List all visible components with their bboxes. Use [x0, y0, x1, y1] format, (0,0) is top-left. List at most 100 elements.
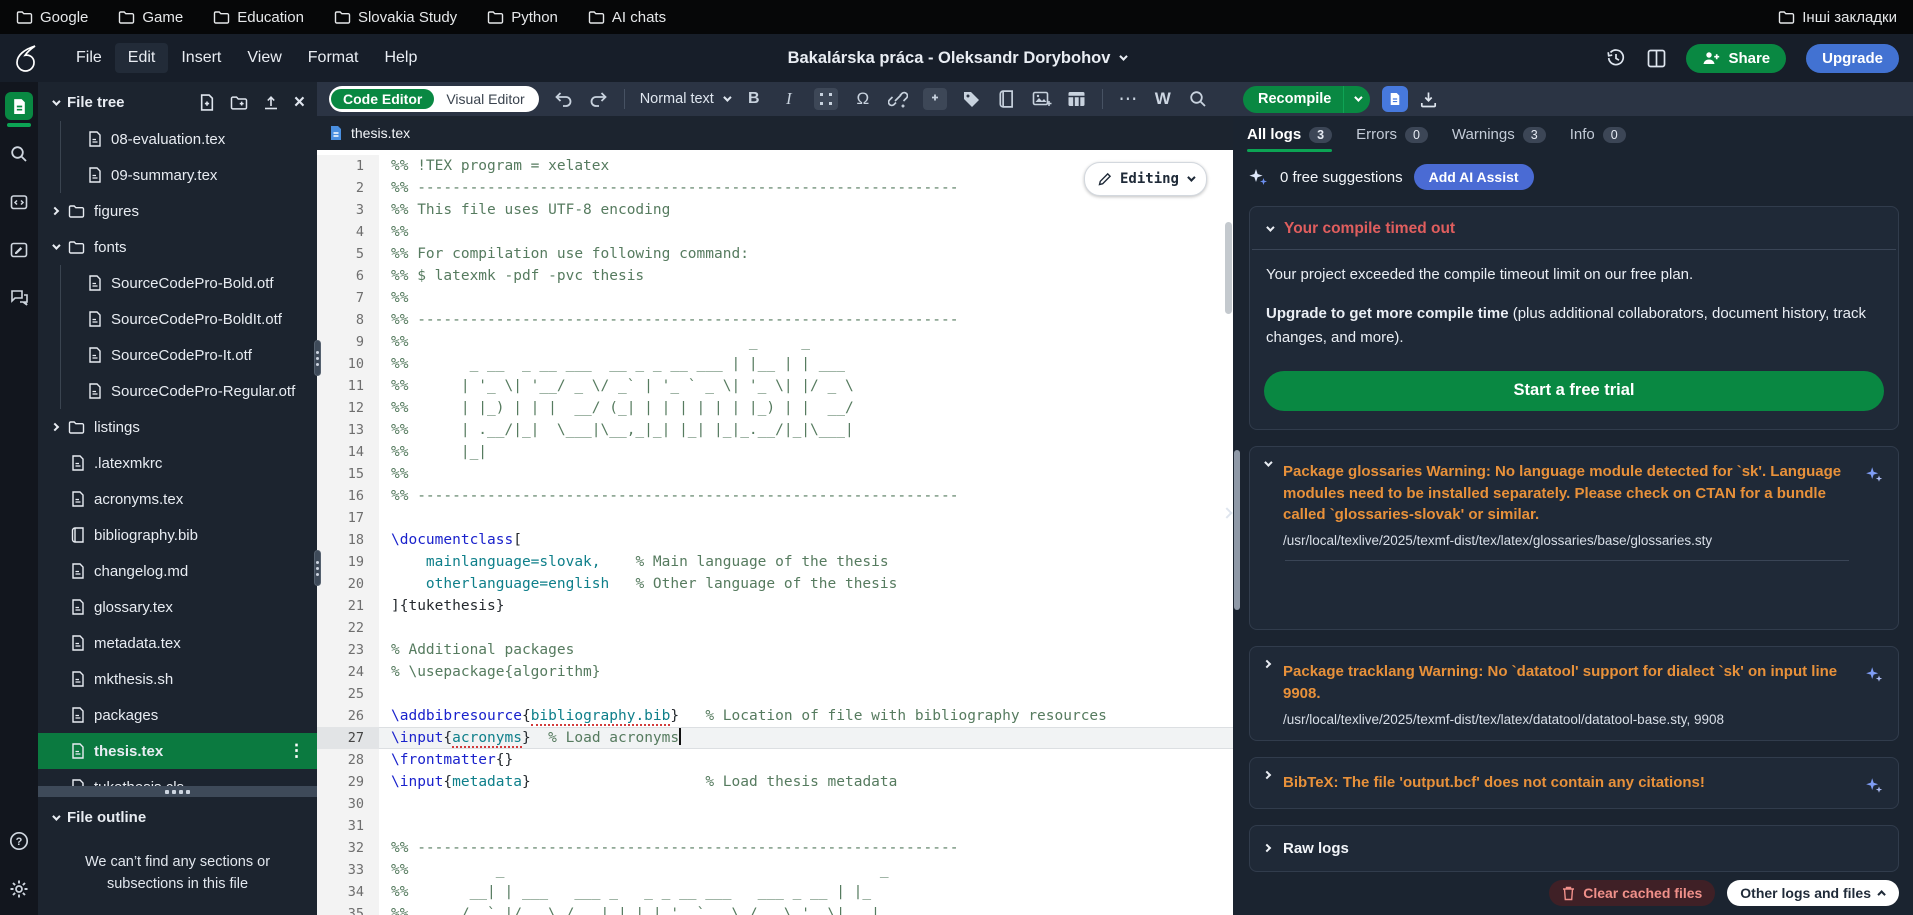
tree-item-packages[interactable]: packages: [38, 697, 317, 733]
menu-help[interactable]: Help: [371, 43, 430, 73]
tree-item-listings[interactable]: listings: [38, 409, 317, 445]
tree-item-tukethesis-cls[interactable]: tukethesis.cls: [38, 769, 317, 786]
timeout-card-header[interactable]: Your compile timed out: [1250, 207, 1898, 249]
code-line-14[interactable]: 14 %% |_|: [317, 441, 1233, 463]
bookmark-folder-other[interactable]: Інші закладки: [1778, 9, 1897, 26]
logs-tab-info[interactable]: Info 0: [1570, 126, 1626, 152]
menu-file[interactable]: File: [63, 43, 115, 73]
code-line-10[interactable]: 10 %% _ __ _ __ ___ __ _ _ __ ___ | |__ |…: [317, 353, 1233, 375]
chevron-down-icon[interactable]: [52, 96, 61, 106]
tree-item-mkthesis-sh[interactable]: mkthesis.sh: [38, 661, 317, 697]
chat-rail-icon[interactable]: [5, 284, 33, 312]
code-line-28[interactable]: 28 \frontmatter{}: [317, 749, 1233, 771]
code-line-15[interactable]: 15%%: [317, 463, 1233, 485]
code-line-18[interactable]: 18 \documentclass[: [317, 529, 1233, 551]
search-rail-icon[interactable]: [5, 140, 33, 168]
code-line-26[interactable]: 26 \addbibresource{bibliography.bib} % Lo…: [317, 705, 1233, 727]
raw-logs-toggle[interactable]: Raw logs: [1249, 824, 1899, 872]
insert-symbol-icon[interactable]: Ω: [853, 88, 873, 110]
bookmark-folder-python[interactable]: Python: [487, 9, 558, 26]
code-line-4[interactable]: 4%%: [317, 221, 1233, 243]
bold-icon[interactable]: B: [744, 88, 764, 110]
code-line-29[interactable]: 29 \input{metadata} % Load thesis metadat…: [317, 771, 1233, 793]
start-free-trial-button[interactable]: Start a free trial: [1264, 370, 1884, 411]
tree-item-glossary-tex[interactable]: glossary.tex: [38, 589, 317, 625]
logs-scrollbar[interactable]: [1234, 82, 1241, 915]
chevron-right-icon[interactable]: [1262, 659, 1272, 669]
code-line-32[interactable]: 32 %% -----------------------------------…: [317, 837, 1233, 859]
history-icon[interactable]: [1606, 47, 1626, 69]
more-tools-icon[interactable]: ⋯: [1118, 88, 1138, 110]
code-line-19[interactable]: 19 mainlanguage=slovak, % Main language …: [317, 551, 1233, 573]
code-line-25[interactable]: 25: [317, 683, 1233, 705]
paragraph-style-select[interactable]: Normal text: [640, 91, 732, 107]
logs-tab-warnings[interactable]: Warnings 3: [1452, 126, 1546, 152]
expand-pdf-chevron-icon[interactable]: [1221, 504, 1233, 522]
logs-tab-errors[interactable]: Errors 0: [1356, 126, 1428, 152]
ai-explain-sparkle-icon[interactable]: [1864, 772, 1884, 795]
tab-thesis-tex[interactable]: thesis.tex: [329, 125, 410, 141]
file-tree-rail-icon[interactable]: [5, 92, 33, 127]
code-line-35[interactable]: 35 %% / _` |/ _ \ / __| | | | '_ ` _ \ / …: [317, 903, 1233, 915]
code-line-12[interactable]: 12 %% | |_) | | | __/ (_| | | | | | | |_)…: [317, 397, 1233, 419]
editing-mode-button[interactable]: Editing: [1083, 162, 1207, 196]
insert-table-icon[interactable]: [1067, 88, 1087, 110]
recompile-options-chevron[interactable]: [1344, 93, 1370, 102]
code-line-3[interactable]: 3 %% This file uses UTF-8 encoding: [317, 199, 1233, 221]
tree-item-08-evaluation-tex[interactable]: 08-evaluation.tex: [38, 121, 317, 157]
help-icon[interactable]: ?: [5, 827, 33, 855]
overleaf-logo-icon[interactable]: [14, 44, 37, 72]
code-line-13[interactable]: 13 %% | .__/|_| \___|\__,_|_| |_| |_|_.__…: [317, 419, 1233, 441]
code-line-8[interactable]: 8 %% ------------------------------------…: [317, 309, 1233, 331]
close-icon[interactable]: ×: [294, 93, 305, 112]
add-comment-icon[interactable]: [922, 88, 947, 110]
code-line-23[interactable]: 23 % Additional packages: [317, 639, 1233, 661]
view-pdf-button[interactable]: [1382, 86, 1409, 112]
panel-resize-handle[interactable]: [38, 786, 317, 797]
code-line-7[interactable]: 7%%: [317, 287, 1233, 309]
writefull-icon[interactable]: W: [1153, 88, 1173, 110]
code-line-11[interactable]: 11 %% | '_ \| '__/ _ \/ _` | '_ ` _ \| '_…: [317, 375, 1233, 397]
tree-item-figures[interactable]: figures: [38, 193, 317, 229]
sidebar-resize-grip[interactable]: [314, 550, 321, 586]
tree-item-fonts[interactable]: fonts: [38, 229, 317, 265]
bookmark-folder-education[interactable]: Education: [213, 9, 304, 26]
code-line-9[interactable]: 9 %% _ _: [317, 331, 1233, 353]
upload-icon[interactable]: [263, 95, 279, 111]
bookmark-folder-ai-chats[interactable]: AI chats: [588, 9, 666, 26]
sidebar-resize-grip[interactable]: [314, 340, 321, 376]
project-title[interactable]: Bakalárska práca - Oleksandr Dorybohov: [788, 49, 1129, 68]
code-line-34[interactable]: 34 %% __| | ___ ___ _ _ _ __ ___ ___ _ __…: [317, 881, 1233, 903]
code-line-31[interactable]: 31: [317, 815, 1233, 837]
menu-insert[interactable]: Insert: [168, 43, 234, 73]
tree-item-acronyms-tex[interactable]: acronyms.tex: [38, 481, 317, 517]
code-line-20[interactable]: 20 otherlanguage=english % Other languag…: [317, 573, 1233, 595]
tree-item-changelog-md[interactable]: changelog.md: [38, 553, 317, 589]
bookmark-folder-slovakia-study[interactable]: Slovakia Study: [334, 9, 457, 26]
tree-item-bibliography-bib[interactable]: bibliography.bib: [38, 517, 317, 553]
insert-link-icon[interactable]: [887, 88, 908, 110]
menu-format[interactable]: Format: [295, 43, 372, 73]
share-button[interactable]: Share: [1686, 43, 1787, 73]
tree-item-sourcecodepro-it-otf[interactable]: SourceCodePro-It.otf: [38, 337, 317, 373]
ai-explain-sparkle-icon[interactable]: [1864, 661, 1884, 727]
citation-book-icon[interactable]: [997, 88, 1017, 110]
item-menu-kebab-icon[interactable]: ⋮: [288, 741, 317, 761]
chevron-down-icon[interactable]: [52, 811, 61, 821]
tree-item-thesis-tex[interactable]: thesis.tex ⋮: [38, 733, 317, 769]
clear-cached-files-button[interactable]: Clear cached files: [1549, 880, 1716, 906]
add-ai-assist-button[interactable]: Add AI Assist: [1413, 164, 1534, 190]
insert-math-icon[interactable]: [813, 88, 838, 110]
tree-item-metadata-tex[interactable]: metadata.tex: [38, 625, 317, 661]
recompile-button[interactable]: Recompile: [1243, 85, 1371, 113]
chevron-right-icon[interactable]: [1262, 770, 1272, 779]
redo-icon[interactable]: [589, 88, 609, 110]
code-editor-area[interactable]: 1%% !TEX program = xelatex 2%% ----------…: [317, 150, 1233, 915]
code-line-21[interactable]: 21]{tukethesis}: [317, 595, 1233, 617]
chevron-right-icon[interactable]: [50, 206, 60, 216]
code-line-17[interactable]: 17: [317, 507, 1233, 529]
menu-edit[interactable]: Edit: [114, 43, 169, 73]
code-line-22[interactable]: 22: [317, 617, 1233, 639]
download-pdf-icon[interactable]: [1420, 91, 1437, 108]
bookmark-folder-google[interactable]: Google: [16, 9, 88, 26]
